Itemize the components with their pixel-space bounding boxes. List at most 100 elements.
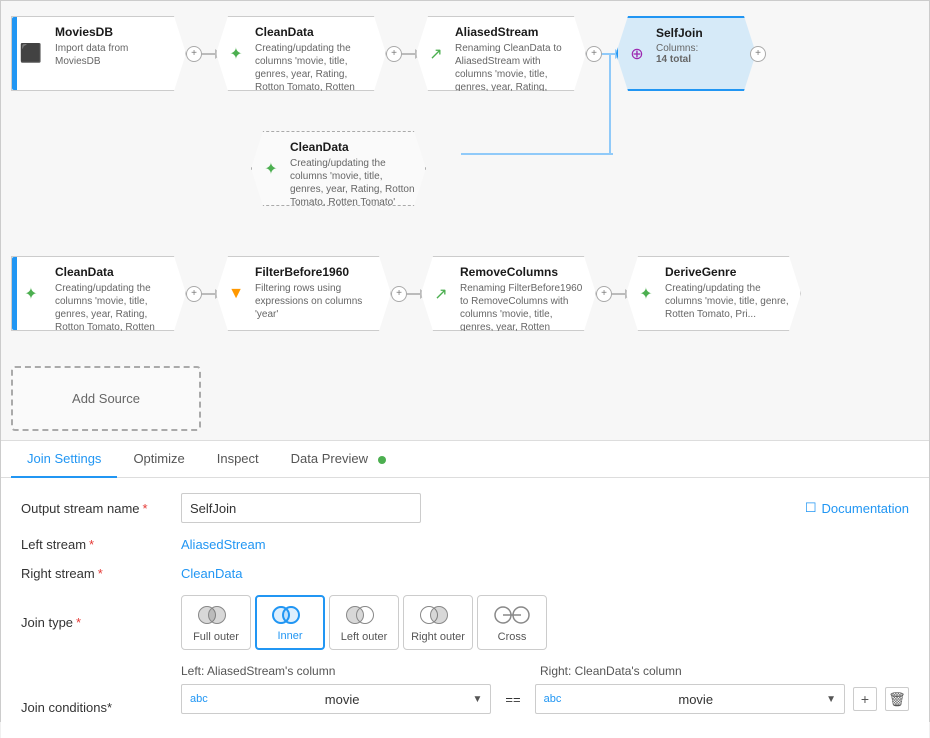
venn-left-outer	[346, 603, 382, 627]
import-icon: ⬛	[20, 43, 42, 64]
left-dropdown[interactable]: abc movie ▼	[181, 684, 491, 714]
delete-condition-btn[interactable]: 🗑	[885, 687, 909, 711]
node-cleandata2[interactable]: ✦ CleanData Creating/updating the column…	[251, 131, 426, 206]
venn-cross	[494, 603, 530, 627]
left-stream-value: AliasedStream	[181, 537, 909, 552]
venn-inner-right	[282, 606, 300, 624]
join-conditions-row: Join conditions* Left: AliasedStream's c…	[21, 664, 909, 715]
venn-lo-right	[356, 606, 374, 624]
add-after-cleandata1[interactable]: +	[386, 46, 402, 62]
node-desc-derive: Creating/updating the columns 'movie, ti…	[665, 282, 790, 321]
node-icon-alias: ↗	[417, 17, 445, 90]
node-cleandata1[interactable]: ✦ CleanData Creating/updating the column…	[216, 16, 386, 91]
data-preview-dot	[378, 456, 386, 464]
node-icon-derive: ✦	[627, 257, 655, 330]
join-btn-inner-label: Inner	[277, 630, 302, 642]
join-btn-left-outer[interactable]: Left outer	[329, 595, 399, 650]
doc-icon: ☐	[805, 500, 817, 516]
add-after-moviesdb[interactable]: +	[186, 46, 202, 62]
left-stream-row: Left stream* AliasedStream	[21, 537, 909, 552]
tab-inspect[interactable]: Inspect	[201, 441, 275, 478]
join-type-label: Join type*	[21, 615, 181, 630]
rename-icon: ↗	[434, 284, 447, 304]
join-btn-right-outer-label: Right outer	[411, 631, 465, 643]
join-columns-header: Left: AliasedStream's column Right: Clea…	[181, 664, 909, 678]
node-title-alias: AliasedStream	[455, 25, 575, 39]
node-content-filter: FilterBefore1960 Filtering rows using ex…	[245, 257, 390, 330]
node-icon-clean2: ✦	[252, 132, 280, 205]
node-content-remove: RemoveColumns Renaming FilterBefore1960 …	[450, 257, 595, 330]
node-content-alias: AliasedStream Renaming CleanData to Alia…	[445, 17, 585, 90]
join-btn-cross[interactable]: Cross	[477, 595, 547, 650]
right-dropdown[interactable]: abc movie ▼	[535, 684, 845, 714]
node-desc-join: Columns: 14 total	[656, 43, 744, 65]
add-r3-2[interactable]: +	[391, 286, 407, 302]
join-btn-full-outer[interactable]: Full outer	[181, 595, 251, 650]
output-stream-label: Output stream name*	[21, 501, 181, 516]
cross-icon-svg	[494, 603, 530, 627]
node-title-join: SelfJoin	[656, 26, 744, 40]
join-conditions-label: Join conditions*	[21, 664, 181, 715]
join-icon: ⊕	[630, 44, 643, 64]
join-btn-right-outer[interactable]: Right outer	[403, 595, 473, 650]
node-selfjoin[interactable]: ⊕ SelfJoin Columns: 14 total	[616, 16, 756, 91]
right-col-header: Right: CleanData's column	[540, 664, 843, 678]
add-r3-3[interactable]: +	[596, 286, 612, 302]
node-desc-clean3: Creating/updating the columns 'movie, ti…	[55, 282, 175, 347]
node-aliasedstream[interactable]: ↗ AliasedStream Renaming CleanData to Al…	[416, 16, 586, 91]
add-source-box[interactable]: Add Source	[11, 366, 201, 431]
add-after-alias[interactable]: +	[586, 46, 602, 62]
add-source-label: Add Source	[72, 391, 140, 406]
tab-join-settings[interactable]: Join Settings	[11, 441, 117, 478]
node-content-derive: DeriveGenre Creating/updating the column…	[655, 257, 800, 330]
right-dropdown-value: movie	[678, 692, 713, 707]
node-content-clean3: CleanData Creating/updating the columns …	[45, 257, 185, 330]
branch-horiz	[461, 153, 613, 155]
right-dropdown-arrow: ▼	[826, 694, 836, 705]
pipeline-row3: ✦ CleanData Creating/updating the column…	[11, 256, 801, 331]
clean-icon-1: ✦	[229, 44, 242, 64]
node-cleandata3[interactable]: ✦ CleanData Creating/updating the column…	[11, 256, 186, 331]
right-stream-link[interactable]: CleanData	[181, 566, 242, 581]
tab-data-preview[interactable]: Data Preview	[275, 441, 402, 478]
pipeline-row1: ⬛ MoviesDB Import data from MoviesDB + ✦	[11, 16, 756, 91]
right-type-badge: abc	[544, 693, 562, 705]
add-r3-1[interactable]: +	[186, 286, 202, 302]
node-derivegenre[interactable]: ✦ DeriveGenre Creating/updating the colu…	[626, 256, 801, 331]
join-btn-full-outer-label: Full outer	[193, 631, 239, 643]
node-content-clean2: CleanData Creating/updating the columns …	[280, 132, 425, 205]
node-content-clean1: CleanData Creating/updating the columns …	[245, 17, 385, 90]
pipeline-row2: ✦ CleanData Creating/updating the column…	[251, 131, 426, 206]
output-stream-input[interactable]	[181, 493, 421, 523]
left-stream-link[interactable]: AliasedStream	[181, 537, 266, 552]
venn-right-outer	[420, 603, 456, 627]
node-title-remove: RemoveColumns	[460, 265, 585, 279]
venn-full-outer	[198, 603, 234, 627]
node-filterbefore1960[interactable]: ▼ FilterBefore1960 Filtering rows using …	[216, 256, 391, 331]
node-removecolumns[interactable]: ↗ RemoveColumns Renaming FilterBefore196…	[421, 256, 596, 331]
join-condition-row-0: abc movie ▼ == abc movie ▼ +	[181, 684, 909, 714]
join-type-row: Join type* Full outer	[21, 595, 909, 650]
left-col-header: Left: AliasedStream's column	[181, 664, 484, 678]
add-condition-btn[interactable]: +	[853, 687, 877, 711]
join-btn-inner[interactable]: Inner	[255, 595, 325, 650]
equal-sign-container: ==	[499, 692, 526, 707]
node-content: MoviesDB Import data from MoviesDB	[45, 17, 185, 90]
node-title-filter: FilterBefore1960	[255, 265, 380, 279]
node-title-clean3: CleanData	[55, 265, 175, 279]
node-desc-clean2: Creating/updating the columns 'movie, ti…	[290, 157, 415, 209]
left-stream-label: Left stream*	[21, 537, 181, 552]
node-icon-clean1: ✦	[217, 17, 245, 90]
venn-ro-right	[430, 606, 448, 624]
clean-icon-3: ✦	[24, 284, 37, 304]
node-title: MoviesDB	[55, 25, 175, 39]
node-moviesdb[interactable]: ⬛ MoviesDB Import data from MoviesDB	[11, 16, 186, 91]
node-icon-join: ⊕	[618, 18, 646, 89]
canvas-area: ⬛ MoviesDB Import data from MoviesDB + ✦	[1, 1, 929, 441]
node-icon-rename: ↗	[422, 257, 450, 330]
tab-optimize[interactable]: Optimize	[117, 441, 200, 478]
left-dropdown-arrow: ▼	[473, 694, 483, 705]
documentation-link[interactable]: ☐ Documentation	[805, 500, 909, 516]
join-type-group: Full outer Inner	[181, 595, 909, 650]
add-after-selfjoin[interactable]: +	[750, 46, 766, 62]
